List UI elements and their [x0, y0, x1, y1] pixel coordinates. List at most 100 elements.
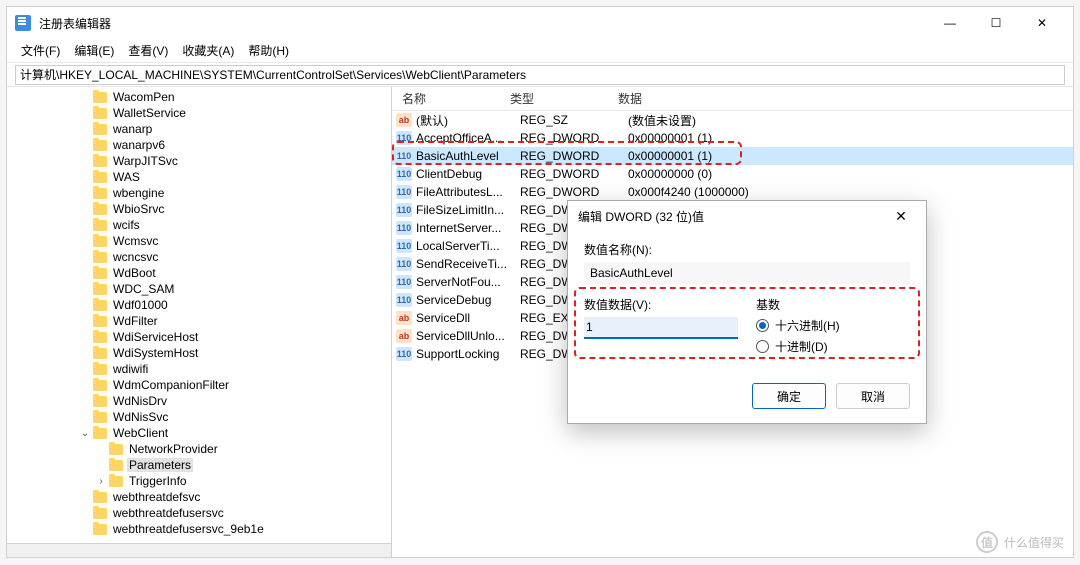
maximize-button[interactable]: ☐ — [973, 7, 1019, 39]
tree-node-wdboot[interactable]: WdBoot — [7, 265, 391, 281]
list-row[interactable]: 110AcceptOfficeA...REG_DWORD0x00000001 (… — [392, 129, 1073, 147]
folder-icon — [93, 268, 107, 279]
ok-button[interactable]: 确定 — [752, 383, 826, 409]
tree-node-label: wcifs — [111, 218, 142, 232]
tree-node-wanarpv6[interactable]: wanarpv6 — [7, 137, 391, 153]
dialog-title: 编辑 DWORD (32 位)值 — [578, 208, 886, 225]
folder-icon — [93, 300, 107, 311]
tree-node-label: WAS — [111, 170, 142, 184]
list-row[interactable]: 110BasicAuthLevelREG_DWORD0x00000001 (1) — [392, 147, 1073, 165]
tree-node-wanarp[interactable]: wanarp — [7, 121, 391, 137]
tree-node-walletservice[interactable]: WalletService — [7, 105, 391, 121]
menu-edit[interactable]: 编辑(E) — [68, 40, 120, 61]
dword-value-icon: 110 — [396, 149, 412, 163]
dialog-close-button[interactable]: ✕ — [886, 201, 916, 231]
list-row[interactable]: ab(默认)REG_SZ(数值未设置) — [392, 111, 1073, 129]
value-name: ServiceDll — [416, 311, 520, 325]
col-header-name[interactable]: 名称 — [396, 90, 504, 107]
tree-node-label: WDC_SAM — [111, 282, 176, 296]
horizontal-scrollbar[interactable] — [7, 543, 391, 557]
dword-value-icon: 110 — [396, 203, 412, 217]
radix-hex-radio[interactable]: 十六进制(H) — [756, 317, 910, 334]
dword-value-icon: 110 — [396, 185, 412, 199]
tree-node-label: Wcmsvc — [111, 234, 160, 248]
tree-node-label: wanarpv6 — [111, 138, 167, 152]
tree-node-label: webthreatdefusersvc_9eb1e — [111, 522, 266, 536]
tree-node-wdnisdrv[interactable]: WdNisDrv — [7, 393, 391, 409]
tree-node-label: wanarp — [111, 122, 154, 136]
tree-node-wbengine[interactable]: wbengine — [7, 185, 391, 201]
tree-node-warpjitsvc[interactable]: WarpJITSvc — [7, 153, 391, 169]
col-header-type[interactable]: 类型 — [504, 90, 612, 107]
value-name: LocalServerTi... — [416, 239, 520, 253]
tree-node-wdf01000[interactable]: Wdf01000 — [7, 297, 391, 313]
titlebar[interactable]: 注册表编辑器 — ☐ ✕ — [7, 7, 1073, 39]
tree-node-label: WdBoot — [111, 266, 158, 280]
tree-node-wbiosrvc[interactable]: WbioSrvc — [7, 201, 391, 217]
dword-value-icon: 110 — [396, 293, 412, 307]
tree-node-triggerinfo[interactable]: ›TriggerInfo — [7, 473, 391, 489]
cancel-button[interactable]: 取消 — [836, 383, 910, 409]
folder-icon — [93, 236, 107, 247]
folder-icon — [93, 332, 107, 343]
folder-icon — [93, 316, 107, 327]
menu-file[interactable]: 文件(F) — [15, 40, 66, 61]
value-data-label: 数值数据(V): — [584, 296, 738, 313]
tree-node-wacompen[interactable]: WacomPen — [7, 89, 391, 105]
radix-hex-label: 十六进制(H) — [775, 317, 840, 334]
tree-node-webthreatdefusersvc[interactable]: webthreatdefusersvc — [7, 505, 391, 521]
list-row[interactable]: 110ClientDebugREG_DWORD0x00000000 (0) — [392, 165, 1073, 183]
tree-node-wcifs[interactable]: wcifs — [7, 217, 391, 233]
tree-node-wdnissvc[interactable]: WdNisSvc — [7, 409, 391, 425]
folder-icon — [93, 508, 107, 519]
tree-node-label: wcncsvc — [111, 250, 160, 264]
tree-node-webthreatdefsvc[interactable]: webthreatdefsvc — [7, 489, 391, 505]
folder-icon — [93, 124, 107, 135]
chevron-down-icon: ⌄ — [79, 428, 91, 439]
value-name: ClientDebug — [416, 167, 520, 181]
value-name: (默认) — [416, 112, 520, 129]
watermark: 值 什么值得买 — [976, 531, 1064, 553]
menu-favorites[interactable]: 收藏夹(A) — [176, 40, 240, 61]
dword-value-icon: 110 — [396, 275, 412, 289]
tree-node-label: wbengine — [111, 186, 166, 200]
tree-node-label: WdiServiceHost — [111, 330, 200, 344]
tree-node-networkprovider[interactable]: NetworkProvider — [7, 441, 391, 457]
menu-view[interactable]: 查看(V) — [122, 40, 174, 61]
value-name: AcceptOfficeA... — [416, 131, 520, 145]
tree-node-wdc_sam[interactable]: WDC_SAM — [7, 281, 391, 297]
folder-icon — [93, 428, 107, 439]
folder-icon — [93, 492, 107, 503]
folder-icon — [93, 156, 107, 167]
tree-node-wdmcompanionfilter[interactable]: WdmCompanionFilter — [7, 377, 391, 393]
col-header-data[interactable]: 数据 — [612, 90, 1073, 107]
value-data-input[interactable] — [584, 317, 738, 339]
tree-node-parameters[interactable]: Parameters — [7, 457, 391, 473]
minimize-button[interactable]: — — [927, 7, 973, 39]
tree-node-wdiwifi[interactable]: wdiwifi — [7, 361, 391, 377]
tree-node-wcncsvc[interactable]: wcncsvc — [7, 249, 391, 265]
menu-help[interactable]: 帮助(H) — [242, 40, 295, 61]
address-input[interactable] — [15, 65, 1065, 85]
tree-node-label: WdmCompanionFilter — [111, 378, 231, 392]
tree-node-label: WdNisDrv — [111, 394, 169, 408]
radio-icon — [756, 319, 769, 332]
app-icon — [15, 15, 31, 31]
tree-node-webthreatdefusersvc_9eb1e[interactable]: webthreatdefusersvc_9eb1e — [7, 521, 391, 537]
tree-pane[interactable]: WacomPenWalletServicewanarp wanarpv6WarpJ… — [7, 87, 392, 557]
close-button[interactable]: ✕ — [1019, 7, 1065, 39]
tree-node-wcmsvc[interactable]: Wcmsvc — [7, 233, 391, 249]
tree-node-webclient[interactable]: ⌄WebClient — [7, 425, 391, 441]
list-header: 名称 类型 数据 — [392, 87, 1073, 111]
tree-node-wdisystemhost[interactable]: WdiSystemHost — [7, 345, 391, 361]
tree-node-wdfilter[interactable]: WdFilter — [7, 313, 391, 329]
radix-dec-radio[interactable]: 十进制(D) — [756, 338, 910, 355]
value-name: InternetServer... — [416, 221, 520, 235]
tree-node-wdiservicehost[interactable]: WdiServiceHost — [7, 329, 391, 345]
value-name: BasicAuthLevel — [416, 149, 520, 163]
dword-value-icon: 110 — [396, 239, 412, 253]
tree-node-was[interactable]: WAS — [7, 169, 391, 185]
list-row[interactable]: 110FileAttributesL...REG_DWORD0x000f4240… — [392, 183, 1073, 201]
dialog-titlebar[interactable]: 编辑 DWORD (32 位)值 ✕ — [568, 201, 926, 231]
value-data: 0x00000001 (1) — [628, 149, 1073, 163]
